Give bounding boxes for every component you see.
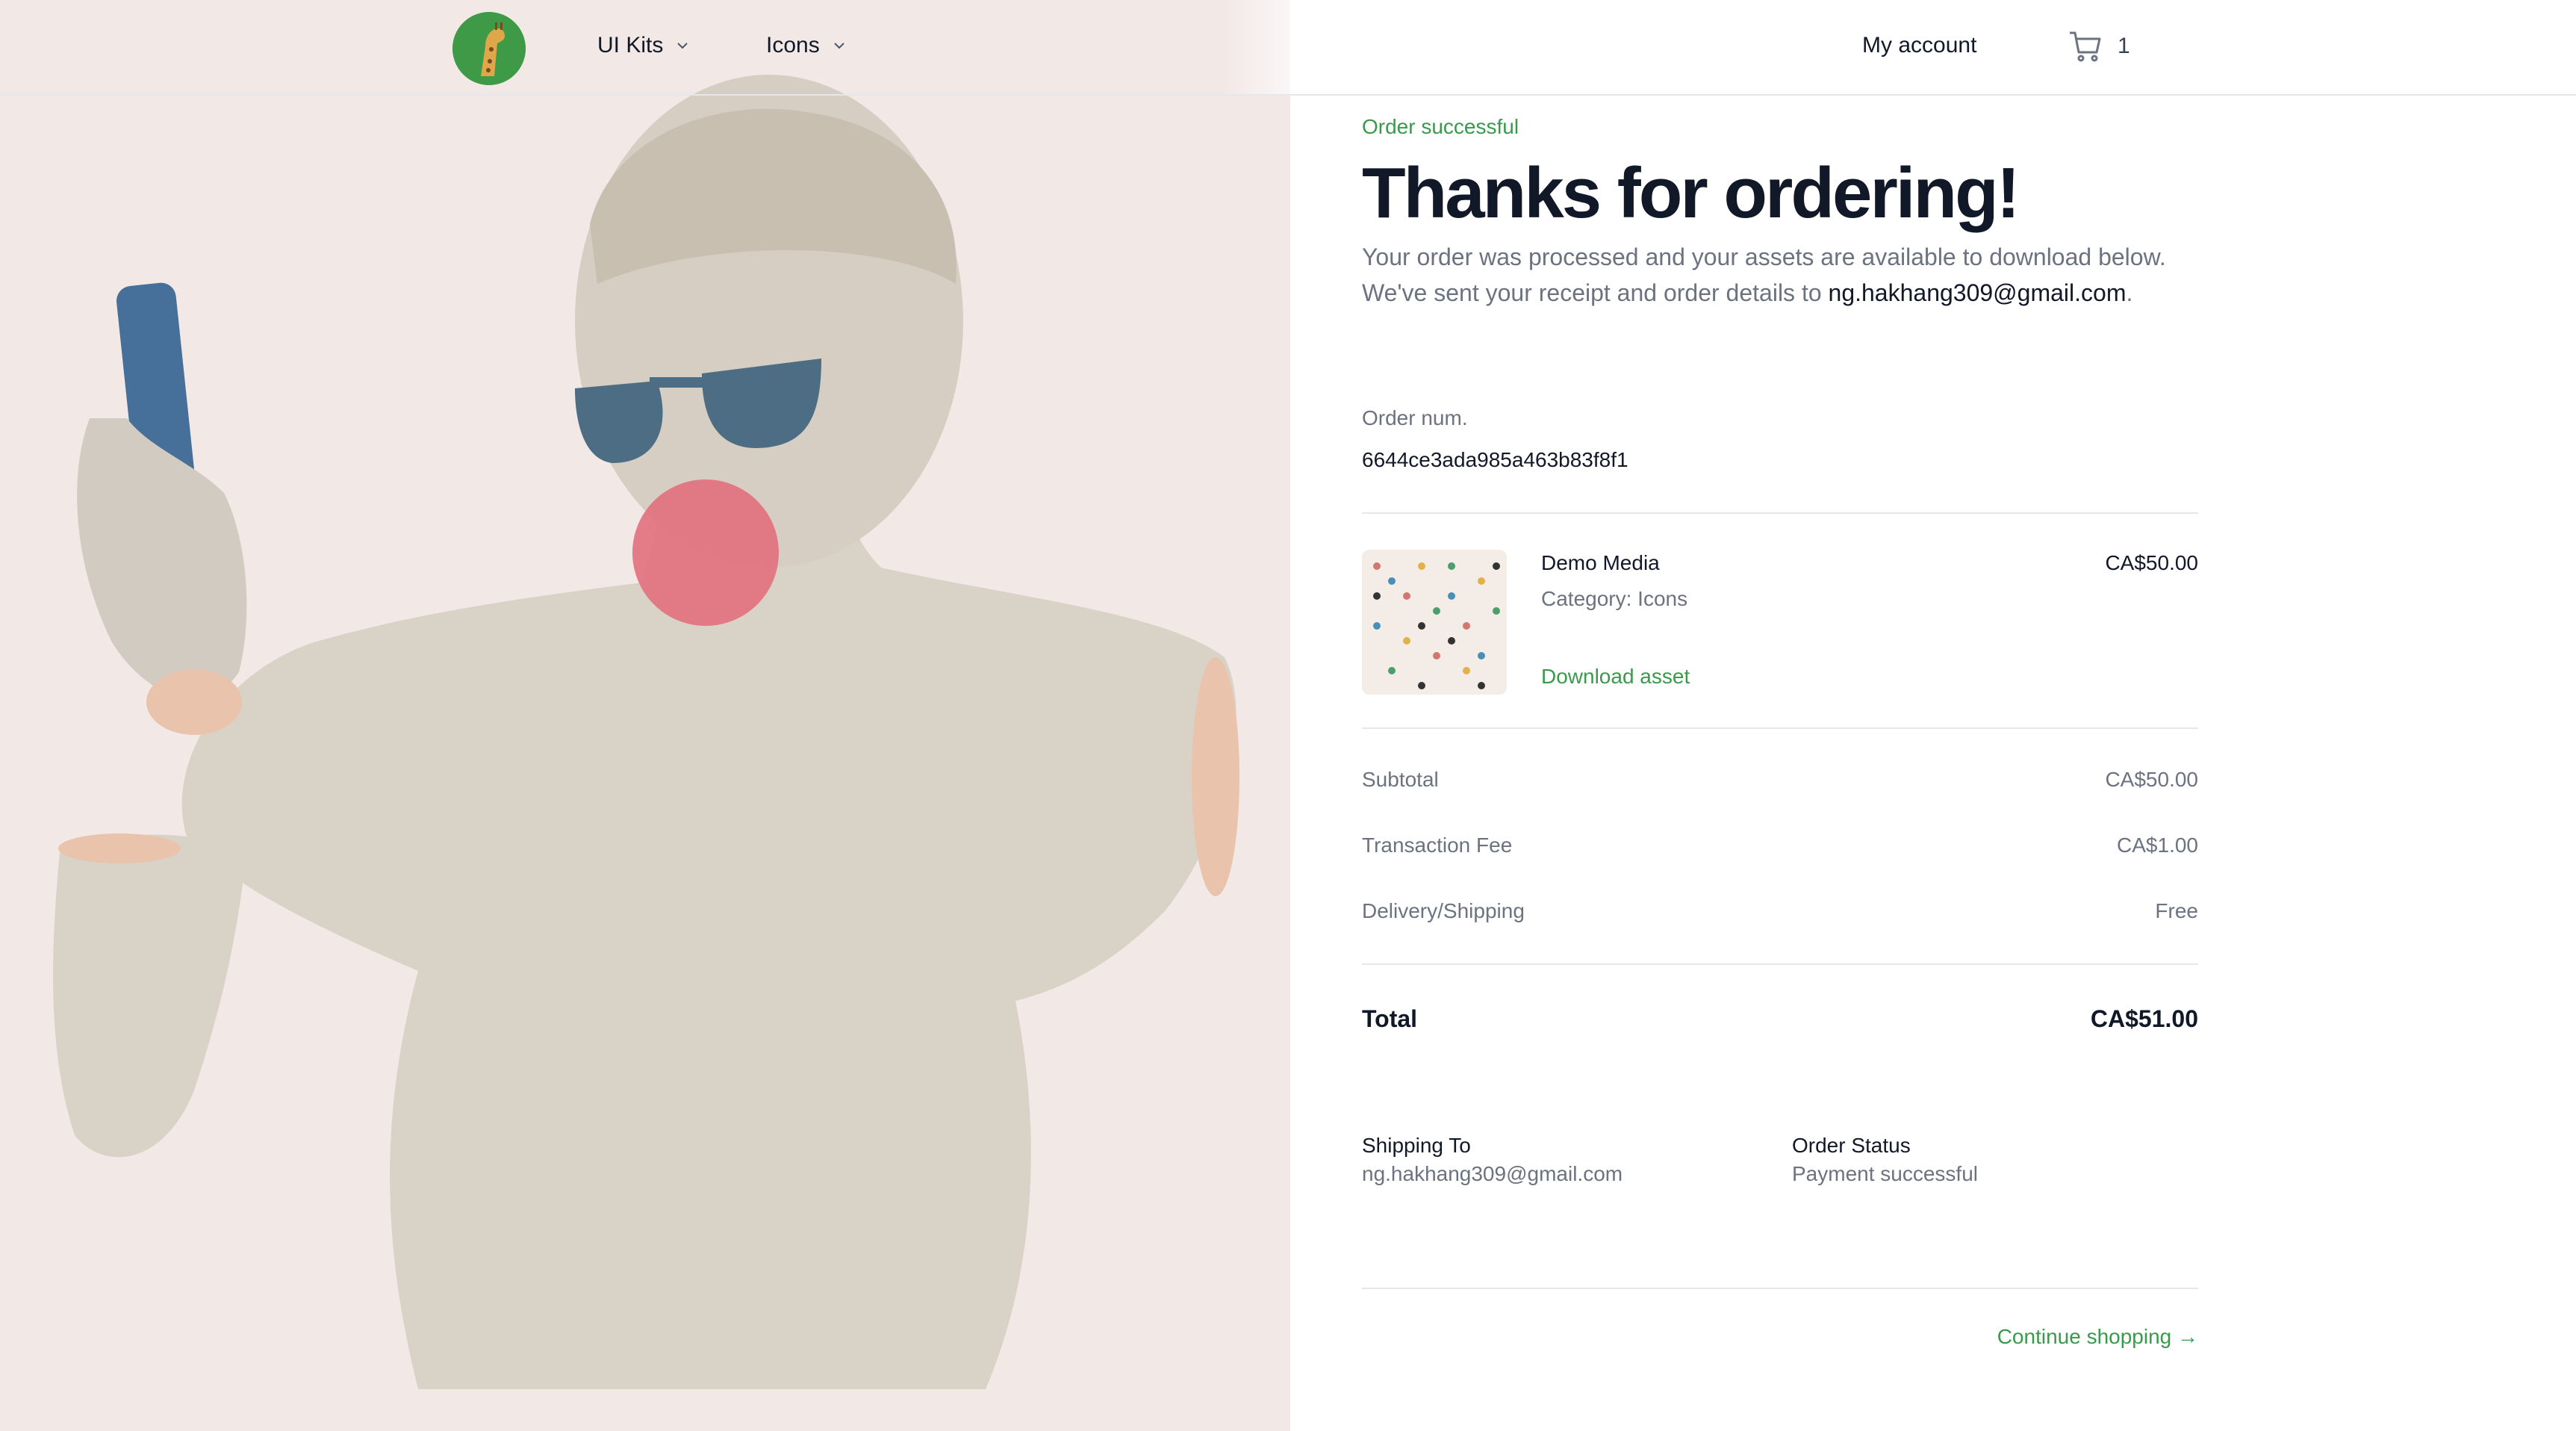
chevron-down-icon — [834, 43, 844, 49]
intro-line-2-suffix: . — [2126, 279, 2133, 306]
nav-menu-label: Icons — [766, 33, 820, 58]
nav-menu-ui-kits[interactable]: UI Kits — [597, 33, 690, 58]
statue-illustration — [53, 75, 1239, 1389]
shipping-to-block: Shipping To ng.hakhang309@gmail.com — [1362, 1134, 1623, 1186]
top-navigation: UI Kits Icons My account 1 — [0, 0, 2576, 96]
shipping-row: Delivery/Shipping Free — [1362, 899, 2198, 923]
intro-line-2-prefix: We've sent your receipt and order detail… — [1362, 279, 1829, 306]
order-status-block: Order Status Payment successful — [1792, 1134, 1978, 1186]
divider — [1362, 1288, 2198, 1289]
order-intro: Your order was processed and your assets… — [1362, 239, 2258, 311]
chevron-down-icon — [677, 43, 688, 49]
icon-grid-preview — [1362, 550, 1507, 695]
left-arm-cut — [58, 834, 181, 863]
fee-row: Transaction Fee CA$1.00 — [1362, 834, 2198, 857]
order-status-label: Order Status — [1792, 1134, 1911, 1157]
total-label: Total — [1362, 1005, 1418, 1032]
hand-shape — [77, 418, 247, 698]
subtotal-label: Subtotal — [1362, 768, 1439, 791]
nav-menu-label: UI Kits — [597, 33, 664, 58]
product-category: Category: Icons — [1541, 587, 1688, 610]
intro-line-2: We've sent your receipt and order detail… — [1362, 275, 2258, 311]
giraffe-logo-icon[interactable] — [452, 12, 526, 85]
shopping-cart-icon — [2070, 31, 2101, 62]
subtotal-row: Subtotal CA$50.00 — [1362, 768, 2198, 792]
bubblegum-icon — [632, 479, 779, 626]
shipping-to-label: Shipping To — [1362, 1134, 1471, 1157]
divider — [1362, 512, 2198, 514]
divider — [1362, 963, 2198, 965]
download-asset-link[interactable]: Download asset — [1541, 665, 1690, 689]
hand-cut — [146, 669, 242, 735]
left-arm-shape — [53, 834, 246, 1158]
product-price: CA$50.00 — [2105, 551, 2198, 574]
continue-shopping-link[interactable]: Continue shopping → — [1997, 1325, 2198, 1349]
product-name: Demo Media — [1541, 551, 1660, 574]
right-shoulder-cut — [1192, 657, 1239, 896]
order-status-value: Payment successful — [1792, 1162, 1978, 1185]
divider — [1362, 727, 2198, 729]
cart-count: 1 — [2118, 34, 2130, 58]
page-title: Thanks for ordering! — [1362, 153, 2020, 233]
shipping-value: Free — [2155, 899, 2198, 922]
fee-value: CA$1.00 — [2117, 834, 2198, 857]
total-value: CA$51.00 — [2090, 1005, 2198, 1032]
my-account-link[interactable]: My account — [1862, 33, 1976, 58]
hero-illustration-panel — [0, 0, 1290, 1431]
subtotal-value: CA$50.00 — [2105, 768, 2198, 791]
fee-label: Transaction Fee — [1362, 834, 1513, 857]
cart-button[interactable]: 1 — [2067, 28, 2130, 64]
product-thumbnail — [1362, 550, 1507, 695]
order-number: 6644ce3ada985a463b83f8f1 — [1362, 448, 1628, 471]
intro-line-1: Your order was processed and your assets… — [1362, 243, 2166, 270]
order-status-eyebrow: Order successful — [1362, 115, 1519, 138]
total-row: Total CA$51.00 — [1362, 1005, 2198, 1033]
order-number-label: Order num. — [1362, 406, 1468, 429]
shipping-to-value: ng.hakhang309@gmail.com — [1362, 1162, 1623, 1185]
nav-menu-icons[interactable]: Icons — [766, 33, 847, 58]
receipt-email: ng.hakhang309@gmail.com — [1828, 279, 2127, 306]
shipping-label: Delivery/Shipping — [1362, 899, 1525, 922]
